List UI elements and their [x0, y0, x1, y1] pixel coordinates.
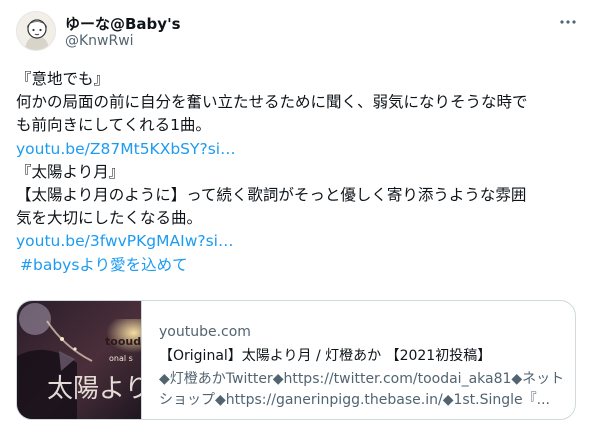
tweet-text-line: 『太陽より月』: [16, 162, 125, 181]
link-preview-card[interactable]: toouda onal s 太陽より youtube.com 【Original…: [16, 300, 576, 420]
card-domain: youtube.com: [159, 324, 251, 340]
tweet: ゆーな@Baby's @KnwRwi 『意地でも』 何かの局面の前に自分を奮い立…: [0, 0, 594, 445]
tweet-link-2[interactable]: youtu.be/3fwvPKgMAIw?si…: [16, 230, 582, 253]
tweet-text-line: 『意地でも』: [16, 70, 110, 88]
tweet-body: 『意地でも』 何かの局面の前に自分を奮い立たせるために聞く、弱気になりそうな時で…: [16, 68, 582, 277]
card-title: 【Original】太陽より月 / 灯橙あか 【2021初投稿】: [159, 348, 492, 364]
hashtag-link[interactable]: #babysより愛を込めて: [16, 254, 582, 277]
tweet-text-line: 何かの局面の前に自分を奮い立たせるために聞く、弱気になりそうな時で: [16, 93, 528, 112]
tweet-text-line: 気を大切にしたくなる曲。: [16, 209, 203, 228]
card-description-line: ◆灯橙あかTwitter◆https://twitter.com/toodai_…: [159, 371, 564, 387]
avatar-illustration: [17, 12, 55, 50]
card-thumbnail: toouda onal s 太陽より: [17, 301, 142, 419]
avatar[interactable]: [16, 11, 56, 51]
card-description: ◆灯橙あかTwitter◆https://twitter.com/toodai_…: [159, 369, 564, 411]
tweet-link-1[interactable]: youtu.be/Z87Mt5KXbSY?si…: [16, 138, 582, 161]
video-thumbnail-image: toouda onal s 太陽より: [17, 301, 142, 419]
more-options-button[interactable]: [556, 10, 580, 34]
more-horizontal-icon: [560, 20, 576, 24]
thumbnail-sub-text: onal s: [109, 354, 133, 363]
author-handle[interactable]: @KnwRwi: [65, 33, 134, 49]
card-description-line: ショップ◆https://ganerinpigg.thebase.in/◆1st…: [159, 392, 550, 408]
thumbnail-title-text: 太陽より: [47, 374, 142, 404]
tweet-text-line: も前向きにしてくれる1曲。: [16, 116, 211, 135]
tweet-text-line: 【太陽より月のように】って続く歌詞がそっと優しく寄り添うような雰囲: [16, 186, 527, 205]
author-display-name[interactable]: ゆーな@Baby's: [65, 13, 181, 34]
thumbnail-brand-text: toouda: [105, 335, 142, 348]
